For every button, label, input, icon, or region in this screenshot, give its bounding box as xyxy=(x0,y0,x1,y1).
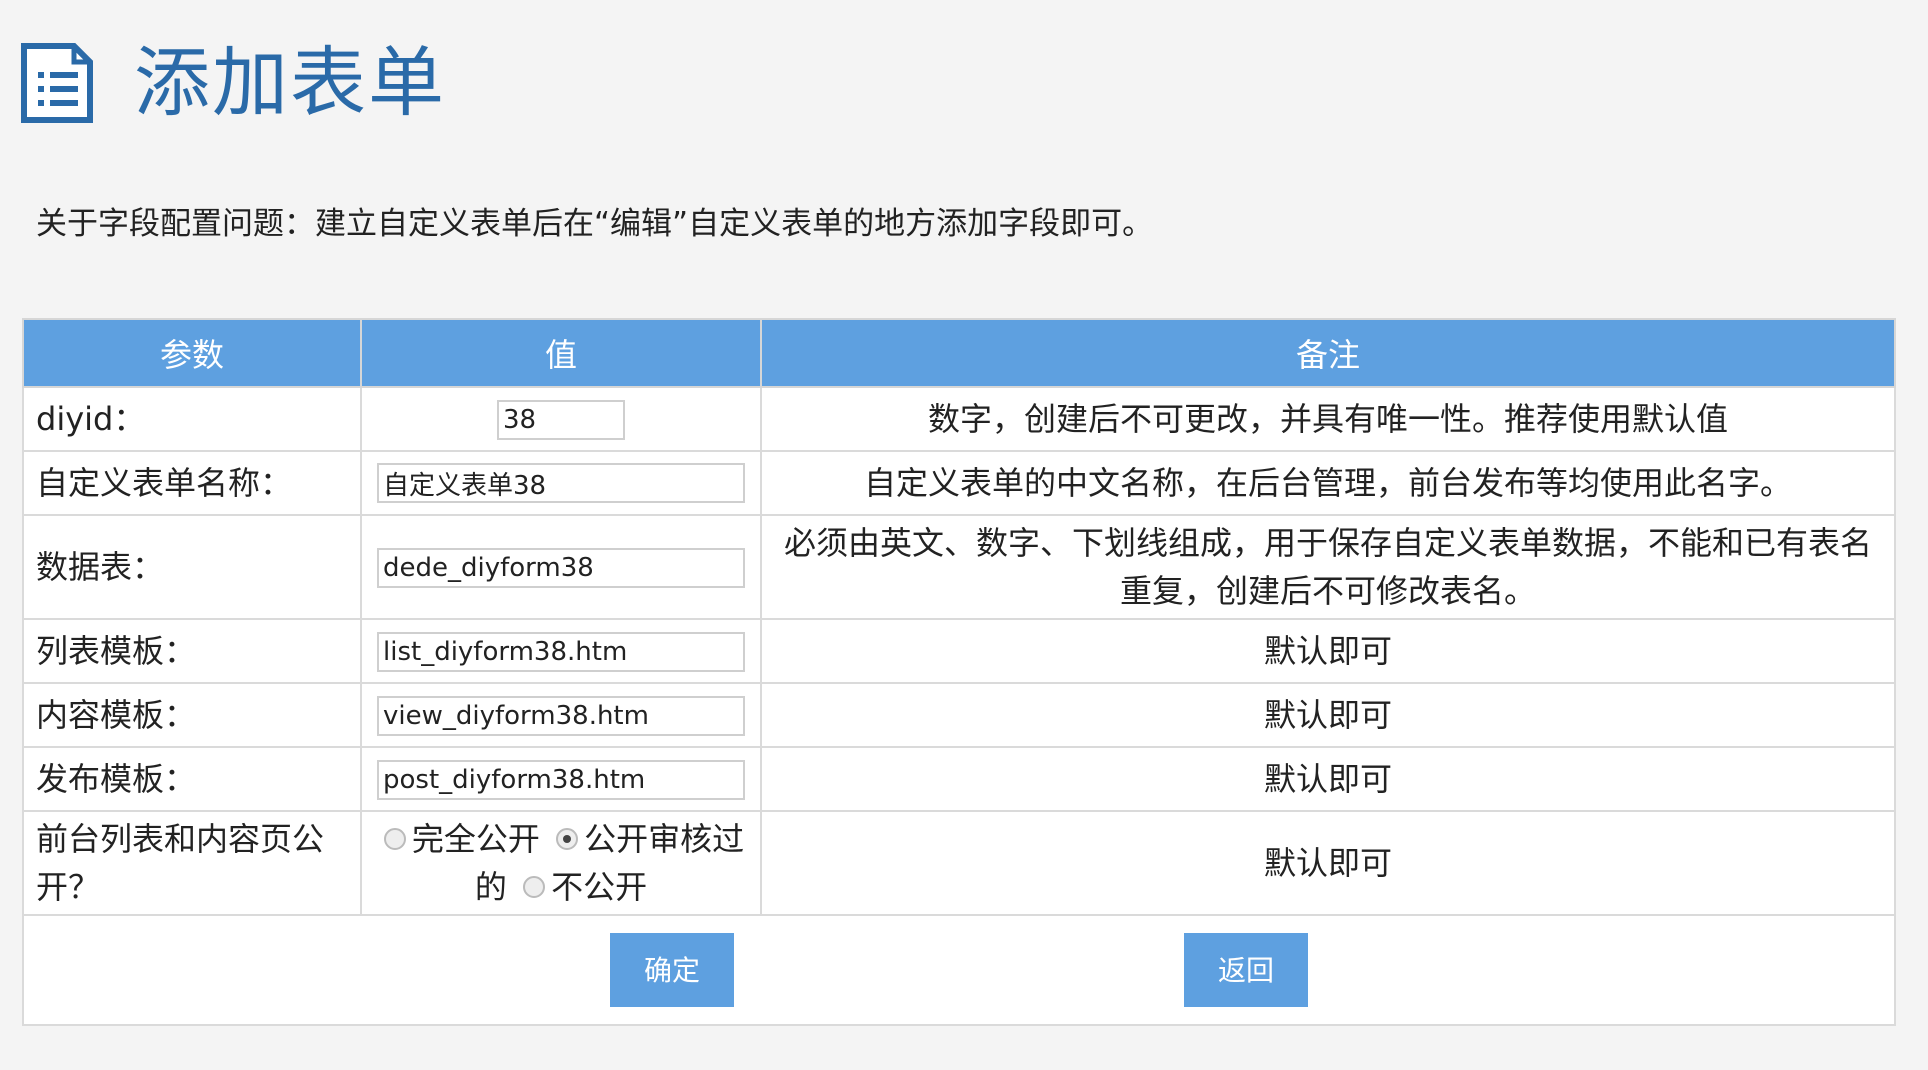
button-row: 确定 返回 xyxy=(22,914,1896,1026)
row-label: diyid： xyxy=(22,386,362,452)
row-label: 自定义表单名称： xyxy=(22,450,362,516)
table-row: 内容模板： 默认即可 xyxy=(22,682,1896,748)
view-template-input[interactable] xyxy=(377,696,745,736)
list-template-input[interactable] xyxy=(377,632,745,672)
row-label: 列表模板： xyxy=(22,618,362,684)
row-label: 发布模板： xyxy=(22,746,362,812)
row-label: 内容模板： xyxy=(22,682,362,748)
table-row: 前台列表和内容页公开？ 完全公开 公开审核过的 不公开 默认即可 xyxy=(22,810,1896,916)
form-name-input[interactable] xyxy=(377,463,745,503)
table-row: 自定义表单名称： 自定义表单的中文名称，在后台管理，前台发布等均使用此名字。 xyxy=(22,450,1896,516)
add-form-table: 参数 值 备注 diyid： 数字，创建后不可更改，并具有唯一性。推荐使用默认值… xyxy=(22,318,1896,1026)
row-note: 数字，创建后不可更改，并具有唯一性。推荐使用默认值 xyxy=(760,386,1896,452)
field-config-notice: 关于字段配置问题：建立自定义表单后在“编辑”自定义表单的地方添加字段即可。 xyxy=(36,206,1154,242)
table-row: diyid： 数字，创建后不可更改，并具有唯一性。推荐使用默认值 xyxy=(22,386,1896,452)
row-note: 默认即可 xyxy=(760,746,1896,812)
radio-reviewed-public[interactable] xyxy=(556,828,579,850)
table-row: 数据表： 必须由英文、数字、下划线组成，用于保存自定义表单数据，不能和已有表名重… xyxy=(22,514,1896,620)
table-row: 列表模板： 默认即可 xyxy=(22,618,1896,684)
page-header: 添加表单 xyxy=(20,38,446,128)
public-radio-group: 完全公开 公开审核过的 不公开 xyxy=(360,810,762,916)
row-note: 自定义表单的中文名称，在后台管理，前台发布等均使用此名字。 xyxy=(760,450,1896,516)
table-header-row: 参数 值 备注 xyxy=(22,318,1896,388)
diyid-input[interactable] xyxy=(497,400,625,440)
header-value: 值 xyxy=(360,318,762,388)
radio-label: 完全公开 xyxy=(411,820,540,858)
back-button[interactable]: 返回 xyxy=(1184,933,1308,1007)
row-note: 必须由英文、数字、下划线组成，用于保存自定义表单数据，不能和已有表名重复，创建后… xyxy=(760,514,1896,620)
table-row: 发布模板： 默认即可 xyxy=(22,746,1896,812)
page-title: 添加表单 xyxy=(134,38,446,127)
row-note: 默认即可 xyxy=(760,618,1896,684)
row-label: 数据表： xyxy=(22,514,362,620)
header-param: 参数 xyxy=(22,318,362,388)
row-note: 默认即可 xyxy=(760,682,1896,748)
document-list-icon xyxy=(21,43,93,123)
post-template-input[interactable] xyxy=(377,760,745,800)
row-note: 默认即可 xyxy=(760,810,1896,916)
radio-fully-public[interactable] xyxy=(383,828,406,850)
radio-not-public[interactable] xyxy=(523,876,546,898)
row-label: 前台列表和内容页公开？ xyxy=(22,810,362,916)
header-note: 备注 xyxy=(760,318,1896,388)
table-name-input[interactable] xyxy=(377,548,745,588)
confirm-button[interactable]: 确定 xyxy=(610,933,734,1007)
radio-label: 不公开 xyxy=(551,868,648,906)
